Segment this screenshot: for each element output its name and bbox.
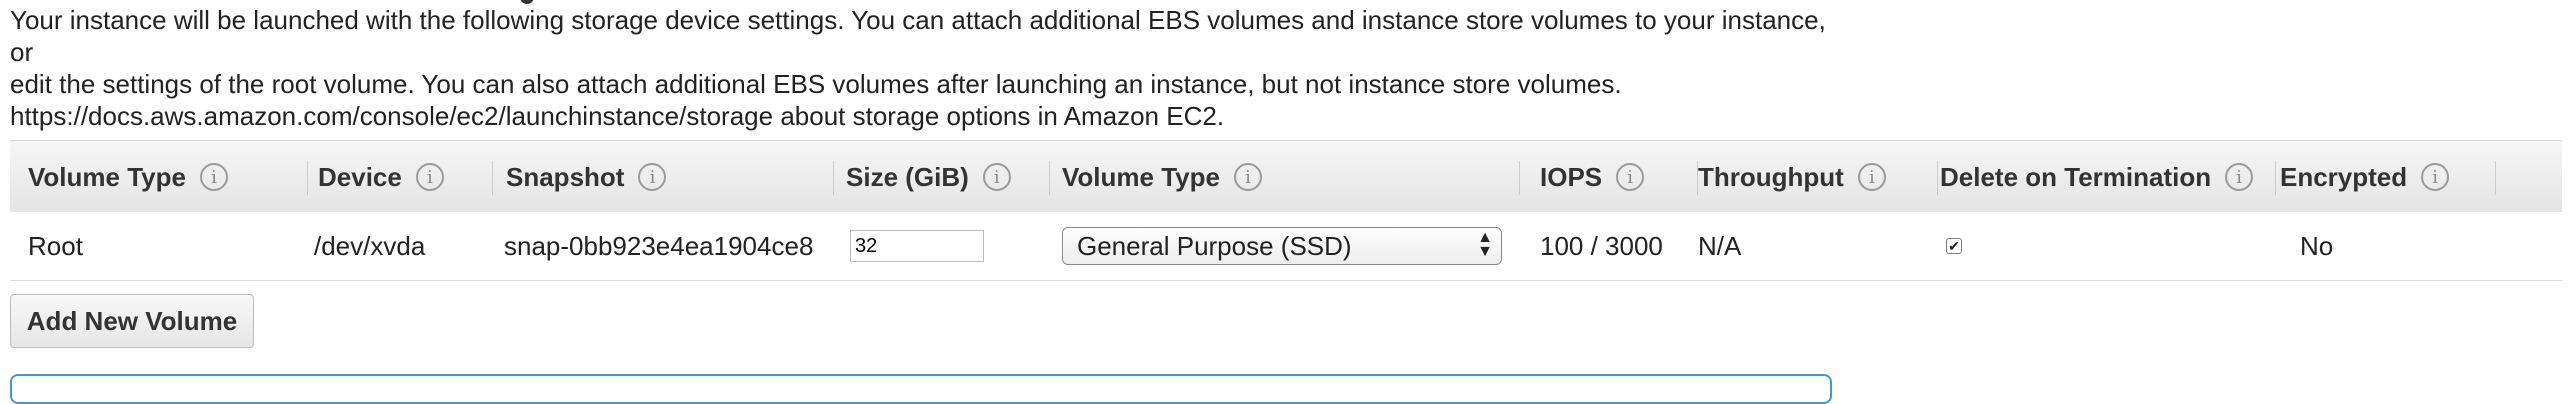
- cell-device: /dev/xvda: [314, 230, 426, 261]
- header-iops: IOPS i: [1540, 141, 1698, 213]
- info-icon[interactable]: i: [2225, 163, 2254, 191]
- delete-on-termination-checkbox[interactable]: ✔: [1946, 238, 1962, 254]
- info-icon[interactable]: i: [1233, 163, 1262, 191]
- table-row: Root /dev/xvda snap-0bb923e4ea1904ce8 Ge…: [10, 212, 2562, 281]
- header-volume-type-select: Volume Type i: [1062, 141, 1520, 213]
- volume-type-select-value: General Purpose (SSD): [1077, 230, 1352, 261]
- description-line-2: edit the settings of the root volume. Yo…: [10, 69, 1622, 99]
- add-new-volume-button[interactable]: Add New Volume: [10, 294, 254, 348]
- storage-table: Volume Type i Device i Snapshot i Size (…: [10, 140, 2562, 281]
- info-icon[interactable]: i: [415, 163, 444, 191]
- cell-snapshot: snap-0bb923e4ea1904ce8: [504, 230, 814, 261]
- description-line-3: https://docs.aws.amazon.com/console/ec2/…: [10, 101, 1225, 131]
- header-volume-type: Volume Type i: [28, 141, 308, 213]
- cell-volume-type: Root: [28, 230, 83, 261]
- info-icon[interactable]: i: [1616, 163, 1645, 191]
- cell-encrypted: No: [2300, 230, 2334, 261]
- cell-iops: 100 / 3000: [1540, 230, 1663, 261]
- cell-delete-on-termination: ✔: [1946, 212, 1962, 280]
- table-header: Volume Type i Device i Snapshot i Size (…: [10, 140, 2562, 214]
- size-input[interactable]: [850, 230, 984, 262]
- volume-type-select[interactable]: General Purpose (SSD) ▲ ▼: [1062, 227, 1502, 265]
- header-throughput: Throughput i: [1698, 141, 1938, 213]
- cell-volume-type-select: General Purpose (SSD) ▲ ▼: [1062, 212, 1502, 280]
- info-icon[interactable]: i: [2421, 163, 2450, 191]
- updown-arrows-icon: ▲ ▼: [1477, 229, 1493, 260]
- description-line-1: Your instance will be launched with the …: [10, 5, 1826, 67]
- info-icon[interactable]: i: [982, 163, 1011, 191]
- info-icon[interactable]: i: [199, 163, 228, 191]
- header-size: Size (GiB) i: [846, 141, 1050, 213]
- checkmark-icon: ✔: [1948, 237, 1960, 254]
- storage-description: Your instance will be launched with the …: [10, 4, 1850, 132]
- header-encrypted: Encrypted i: [2280, 141, 2496, 213]
- cell-size: [846, 212, 984, 280]
- info-icon[interactable]: i: [638, 163, 667, 191]
- cell-throughput: N/A: [1698, 230, 1742, 261]
- header-snapshot: Snapshot i: [506, 141, 834, 213]
- header-device: Device i: [318, 141, 493, 213]
- info-icon[interactable]: i: [1857, 163, 1886, 191]
- header-delete-on-termination: Delete on Termination i: [1940, 141, 2276, 213]
